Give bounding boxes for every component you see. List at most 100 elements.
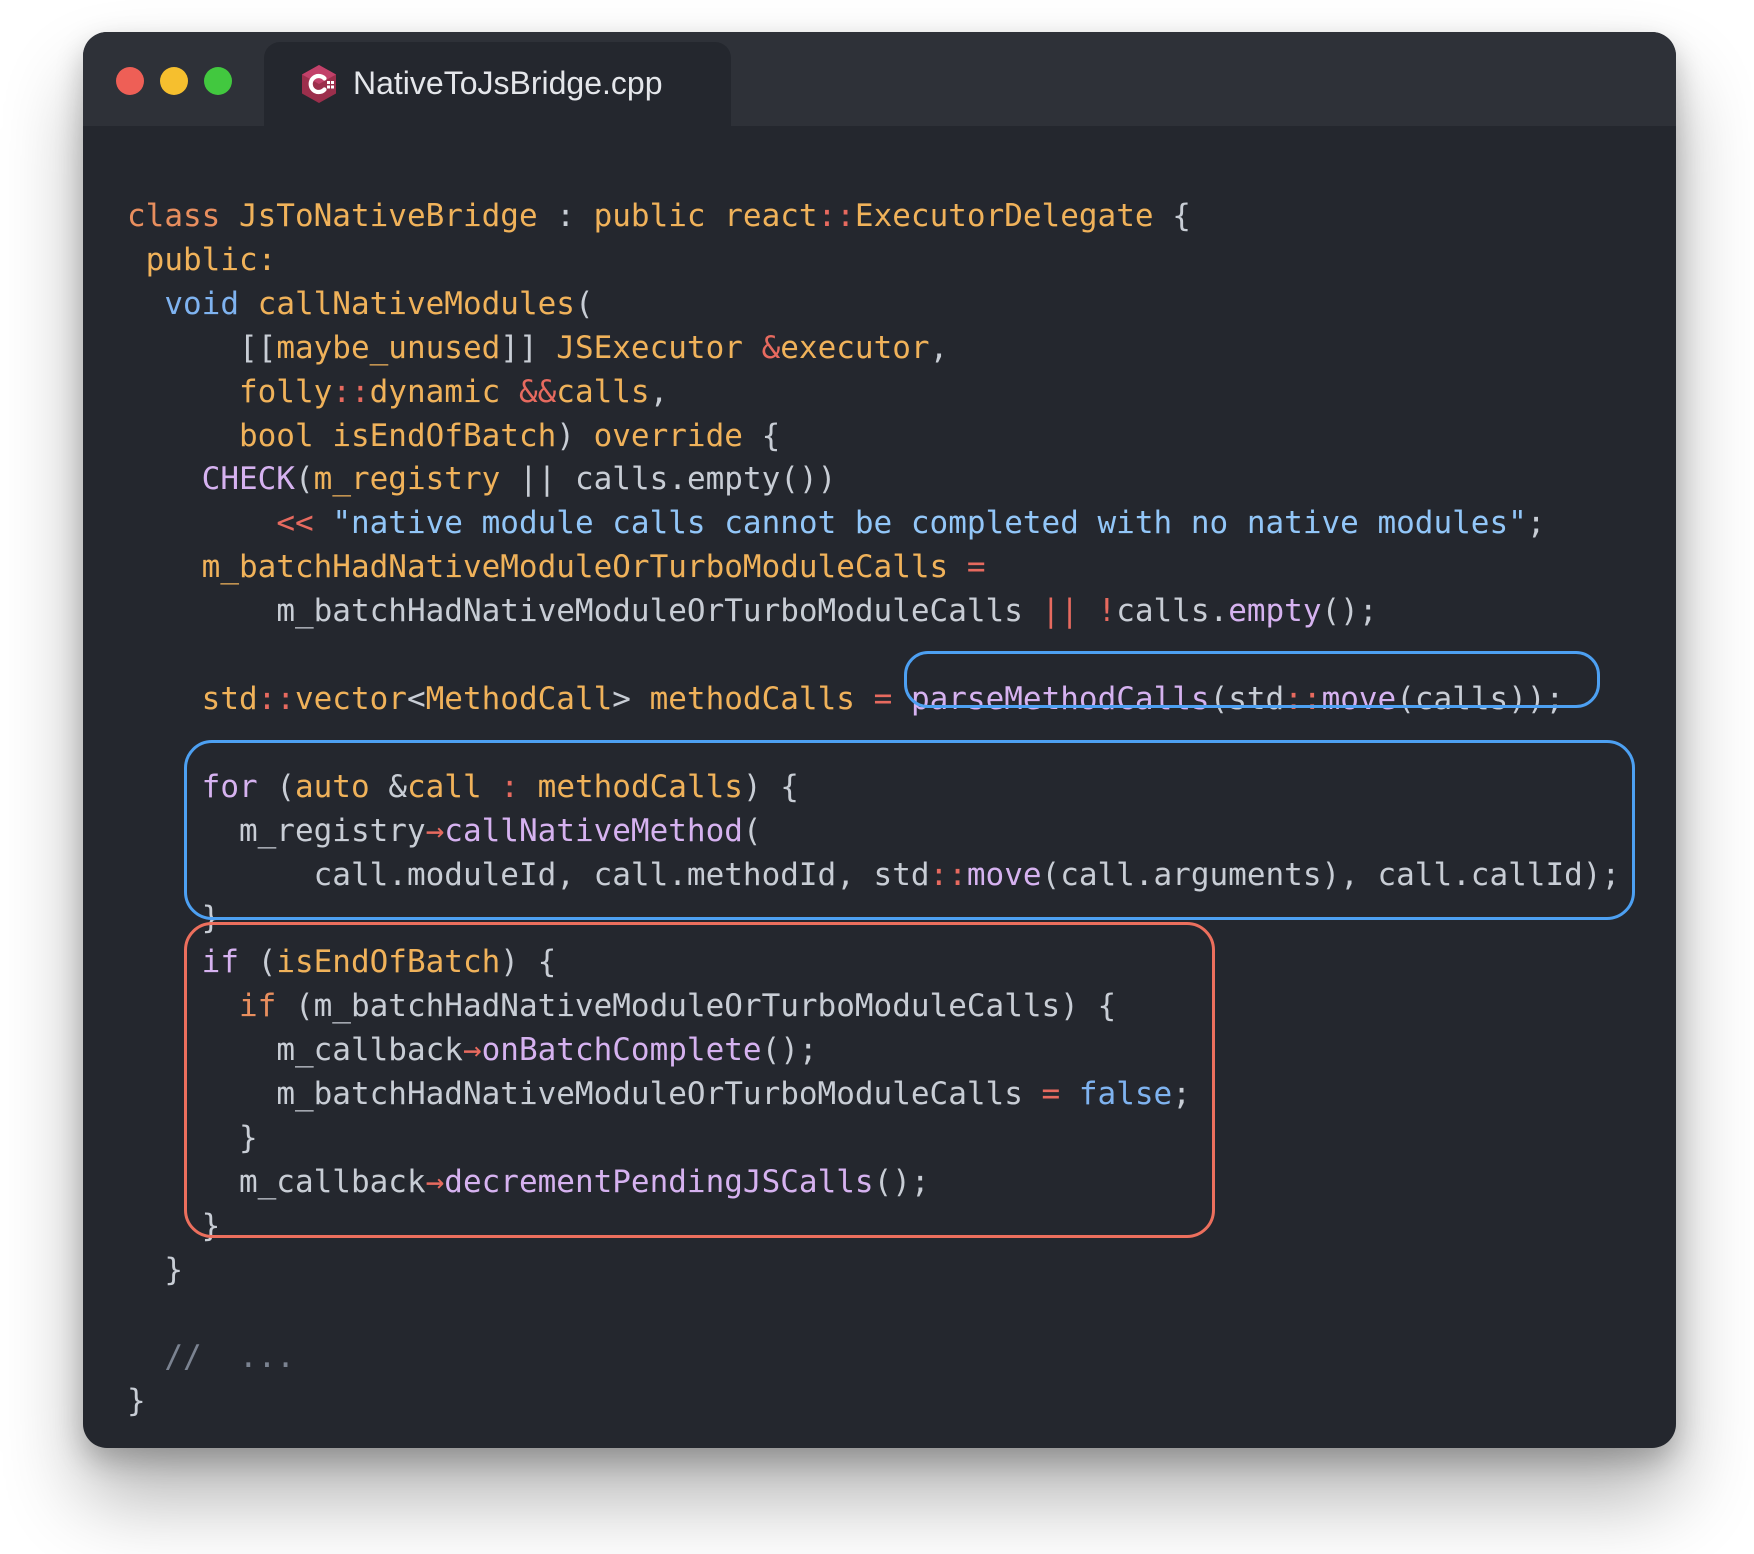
code-token-type: calls <box>556 373 650 410</box>
code-token-operator: = <box>873 680 893 717</box>
code-token-plain: m_registry <box>238 812 426 849</box>
code-token-plain: ) { <box>742 768 799 805</box>
tab-native-to-js-bridge[interactable]: NativeToJsBridge.cpp <box>264 42 731 126</box>
code-line: call.moduleId, call.methodId, std::move(… <box>127 853 1620 897</box>
code-line: if (m_batchHadNativeModuleOrTurboModuleC… <box>127 984 1116 1028</box>
code-token-plain: } <box>127 1383 146 1420</box>
close-button[interactable] <box>116 67 144 95</box>
title-bar: NativeToJsBridge.cpp <box>83 32 1676 126</box>
cpp-file-icon <box>300 64 338 104</box>
code-line: class JsToNativeBridge : public react::E… <box>127 194 1191 238</box>
code-token-plain: . <box>668 461 687 498</box>
code-token-plain: empty <box>686 461 781 498</box>
code-token-plain: : <box>537 198 594 234</box>
code-line: } <box>127 896 221 940</box>
code-token-function: move <box>966 856 1042 893</box>
code-token-plain: ) { <box>500 944 557 981</box>
code-line: } <box>127 1248 183 1292</box>
editor-window: NativeToJsBridge.cpp } // ... } } m_call… <box>83 32 1676 1448</box>
code-line: m_batchHadNativeModuleOrTurboModuleCalls… <box>127 589 1377 633</box>
code-token-plain: ( <box>257 768 295 805</box>
code-token-plain: m_batchHadNativeModuleOrTurboModuleCalls <box>276 593 1042 630</box>
code-token-operator: → <box>462 1032 482 1069</box>
code-line: if (isEndOfBatch) { <box>127 940 557 984</box>
code-token-keyword: class <box>127 198 239 234</box>
code-token-macro: CHECK <box>201 461 295 498</box>
code-line: CHECK(m_registry || calls.empty()) <box>127 457 837 501</box>
code-token-type: m_registry <box>313 461 501 498</box>
code-token-operator: :: <box>817 198 855 234</box>
code-token-function: for <box>201 768 258 805</box>
code-line: } <box>127 1204 221 1248</box>
minimize-button[interactable] <box>160 67 188 95</box>
code-token-plain: } <box>127 900 221 937</box>
code-token-type: public: <box>145 241 277 278</box>
code-token-plain: ; <box>1526 505 1546 542</box>
code-line: public: <box>127 238 277 282</box>
code-token-plain: } <box>127 1207 221 1244</box>
code-token-plain: (m_batchHadNativeModuleOrTurboModuleCall… <box>276 988 1117 1025</box>
code-token-plain: { <box>742 417 781 454</box>
code-token-type: react <box>724 198 818 234</box>
tab-title: NativeToJsBridge.cpp <box>353 65 663 101</box>
code-token-function: onBatchComplete <box>481 1032 762 1069</box>
code-token-plain: { <box>1153 198 1191 234</box>
code-token-plain: ()) <box>780 461 837 498</box>
code-line: m_batchHadNativeModuleOrTurboModuleCalls… <box>127 545 986 589</box>
code-token-type: ExecutorDelegate <box>854 198 1154 234</box>
code-token-type: m_batchHadNativeModuleOrTurboModuleCalls <box>201 549 949 586</box>
code-line: << "native module calls cannot be comple… <box>127 501 1545 545</box>
code-token-plain: ( <box>742 812 762 849</box>
code-token-operator: & <box>761 329 781 366</box>
code-token-operator: = <box>1041 1076 1061 1112</box>
code-token-comment: // ... <box>164 1339 295 1376</box>
code-token-plain: } <box>127 1251 183 1288</box>
code-line: m_callback→decrementPendingJSCalls(); <box>127 1160 930 1204</box>
code-token-plain: , <box>929 329 949 366</box>
code-token-operator: :: <box>929 856 967 893</box>
code-line: // ... <box>127 1335 295 1379</box>
code-token-plain: ( <box>294 461 314 498</box>
code-token-type: call <box>406 768 482 805</box>
code-token-type: vector <box>294 680 407 717</box>
code-token-type: isEndOfBatch <box>332 417 557 454</box>
code-line: void callNativeModules( <box>127 282 593 326</box>
code-token-plain: call.moduleId, call.methodId, std <box>313 856 930 893</box>
code-token-type: MethodCall <box>425 680 613 717</box>
code-token-operator: :: <box>1284 680 1322 717</box>
code-token-type: bool <box>238 417 333 454</box>
code-line: folly::dynamic &&calls, <box>127 370 668 414</box>
code-token-plain: & <box>388 768 407 805</box>
code-token-string: "native module calls cannot be completed… <box>332 505 1527 542</box>
code-token-operator: && <box>518 373 557 410</box>
zoom-button[interactable] <box>204 67 232 95</box>
code-token-plain: (); <box>873 1163 930 1200</box>
code-token-plain: m_callback <box>276 1032 463 1069</box>
code-token-function: if <box>201 944 239 981</box>
code-token-literal: false <box>1078 1076 1173 1112</box>
code-token-operator: = <box>966 549 986 586</box>
code-line: m_registry→callNativeMethod( <box>127 809 762 853</box>
code-token-type: isEndOfBatch <box>276 944 501 981</box>
code-token-operator: << <box>276 505 333 542</box>
code-token-plain: (); <box>761 1032 818 1069</box>
code-token-function: parseMethodCalls <box>910 680 1210 717</box>
